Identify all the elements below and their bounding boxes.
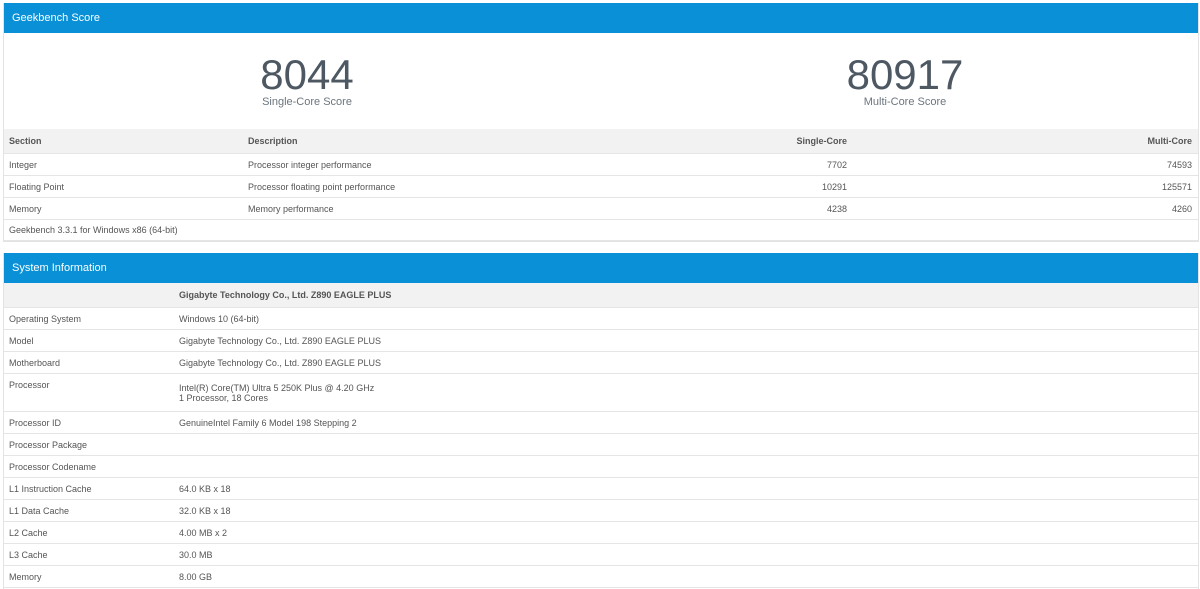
column-header-description: Description [243, 129, 642, 154]
row-value: Gigabyte Technology Co., Ltd. Z890 EAGLE… [174, 329, 1198, 352]
geekbench-version: Geekbench 3.3.1 for Windows x86 (64-bit) [4, 219, 1198, 241]
geekbench-score-panel: Geekbench Score 8044 Single-Core Score 8… [3, 3, 1199, 242]
row-value: 30.0 MB [174, 543, 1198, 566]
row-key: Processor [4, 373, 174, 412]
row-single-core: 4238 [642, 197, 1027, 220]
row-value [174, 433, 1198, 456]
row-key: Memory [4, 565, 174, 588]
table-row: L2 Cache 4.00 MB x 2 [4, 521, 1198, 544]
table-row: Processor Intel(R) Core(TM) Ultra 5 250K… [4, 373, 1198, 412]
system-device-key [4, 283, 174, 308]
single-core-score: 8044 [260, 51, 354, 98]
row-description: Processor integer performance [243, 153, 642, 176]
table-row: Processor Codename [4, 455, 1198, 478]
row-value [174, 455, 1198, 478]
table-header-row: Section Description Single-Core Multi-Co… [4, 129, 1198, 154]
row-section: Memory [4, 197, 243, 220]
row-key: Operating System [4, 307, 174, 330]
row-value: Intel(R) Core(TM) Ultra 5 250K Plus @ 4.… [174, 373, 1198, 412]
row-description: Memory performance [243, 197, 642, 220]
table-row: L1 Instruction Cache 64.0 KB x 18 [4, 477, 1198, 500]
single-core-score-block: 8044 Single-Core Score [157, 51, 457, 109]
row-value: Windows 10 (64-bit) [174, 307, 1198, 330]
row-key: L2 Cache [4, 521, 174, 544]
system-information-table: Gigabyte Technology Co., Ltd. Z890 EAGLE… [4, 283, 1198, 589]
table-row: Motherboard Gigabyte Technology Co., Ltd… [4, 351, 1198, 374]
row-multi-core: 74593 [1027, 153, 1198, 176]
table-row: Memory 8.00 GB [4, 565, 1198, 588]
row-key: L3 Cache [4, 543, 174, 566]
row-value: 8.00 GB [174, 565, 1198, 588]
system-device-row: Gigabyte Technology Co., Ltd. Z890 EAGLE… [4, 283, 1198, 308]
table-row: Model Gigabyte Technology Co., Ltd. Z890… [4, 329, 1198, 352]
row-multi-core: 125571 [1027, 175, 1198, 198]
row-value: Gigabyte Technology Co., Ltd. Z890 EAGLE… [174, 351, 1198, 374]
row-multi-core: 4260 [1027, 197, 1198, 220]
column-header-single-core: Single-Core [642, 129, 1027, 154]
processor-name: Intel(R) Core(TM) Ultra 5 250K Plus @ 4.… [179, 382, 375, 393]
system-device-name: Gigabyte Technology Co., Ltd. Z890 EAGLE… [174, 283, 1198, 308]
row-value: GenuineIntel Family 6 Model 198 Stepping… [174, 411, 1198, 434]
row-key: Motherboard [4, 351, 174, 374]
column-header-multi-core: Multi-Core [1027, 129, 1198, 154]
multi-core-score-label: Multi-Core Score [863, 96, 947, 108]
row-single-core: 7702 [642, 153, 1027, 176]
row-key: Processor Codename [4, 455, 174, 478]
benchmark-table: Section Description Single-Core Multi-Co… [4, 129, 1198, 241]
version-row: Geekbench 3.3.1 for Windows x86 (64-bit) [4, 219, 1198, 241]
table-row: L3 Cache 30.0 MB [4, 543, 1198, 566]
row-key: L1 Instruction Cache [4, 477, 174, 500]
system-information-panel: System Information Gigabyte Technology C… [3, 253, 1199, 589]
table-row: Operating System Windows 10 (64-bit) [4, 307, 1198, 330]
table-row: Processor Package [4, 433, 1198, 456]
row-value: 32.0 KB x 18 [174, 499, 1198, 522]
row-key: L1 Data Cache [4, 499, 174, 522]
row-key: Processor Package [4, 433, 174, 456]
row-value: 4.00 MB x 2 [174, 521, 1198, 544]
row-single-core: 10291 [642, 175, 1027, 198]
table-row: L1 Data Cache 32.0 KB x 18 [4, 499, 1198, 522]
system-information-header: System Information [4, 253, 1198, 283]
row-section: Integer [4, 153, 243, 176]
row-value: 64.0 KB x 18 [174, 477, 1198, 500]
column-header-section: Section [4, 129, 243, 154]
table-row: Floating Point Processor floating point … [4, 175, 1198, 198]
row-section: Floating Point [4, 175, 243, 198]
table-row: Memory Memory performance 4238 4260 [4, 197, 1198, 220]
geekbench-score-header: Geekbench Score [4, 3, 1198, 33]
scores-area: 8044 Single-Core Score 80917 Multi-Core … [4, 33, 1198, 129]
row-key: Model [4, 329, 174, 352]
row-description: Processor floating point performance [243, 175, 642, 198]
single-core-score-label: Single-Core Score [262, 96, 352, 108]
row-key: Processor ID [4, 411, 174, 434]
processor-cores: 1 Processor, 18 Cores [179, 392, 269, 403]
multi-core-score-block: 80917 Multi-Core Score [755, 51, 1055, 109]
table-row: Integer Processor integer performance 77… [4, 153, 1198, 176]
table-row: Processor ID GenuineIntel Family 6 Model… [4, 411, 1198, 434]
multi-core-score: 80917 [846, 51, 964, 98]
page: Geekbench Score 8044 Single-Core Score 8… [0, 0, 1200, 589]
